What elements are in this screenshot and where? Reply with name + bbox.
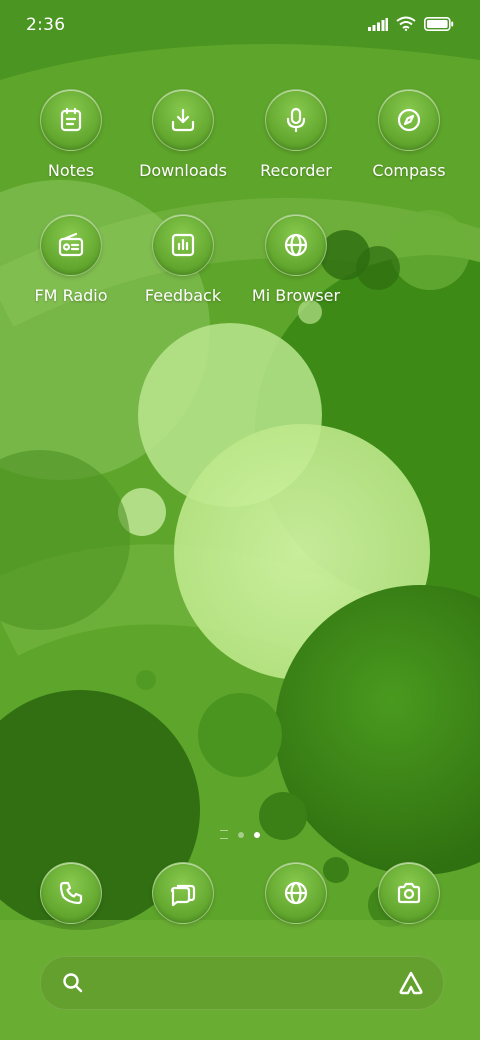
dock-messages[interactable] [127, 862, 239, 924]
camera-icon [397, 882, 421, 904]
globe-icon [284, 233, 308, 257]
dock-camera[interactable] [353, 862, 465, 924]
app-feedback[interactable]: Feedback [127, 214, 239, 305]
dock-phone[interactable] [15, 862, 127, 924]
wifi-icon [396, 16, 416, 35]
status-time: 2:36 [26, 15, 66, 35]
app-fm-radio[interactable]: FM Radio [15, 214, 127, 305]
app-label: Notes [47, 161, 95, 180]
compass-icon [397, 108, 421, 132]
page-dot-active[interactable] [254, 831, 260, 838]
microphone-icon [286, 107, 306, 133]
feedback-chart-icon [171, 233, 195, 257]
app-downloads[interactable]: Downloads [127, 89, 239, 180]
radio-icon [58, 232, 84, 257]
app-label: FM Radio [34, 286, 108, 305]
notes-icon [60, 107, 82, 132]
assistant-icon[interactable] [397, 970, 425, 1000]
app-compass[interactable]: Compass [353, 89, 465, 180]
phone-icon [59, 881, 83, 905]
app-mi-browser[interactable]: Mi Browser [240, 214, 352, 305]
app-label: Feedback [144, 286, 222, 305]
globe-icon [284, 881, 308, 905]
page-indicator[interactable] [0, 830, 480, 839]
messages-icon [170, 884, 196, 907]
app-label: Mi Browser [251, 286, 341, 305]
search-icon[interactable] [61, 971, 85, 999]
app-label: Recorder [260, 161, 332, 180]
battery-icon [424, 16, 454, 35]
home-screen: 2:36 Notes Downloads Recorder Compass FM… [0, 0, 480, 1040]
status-bar: 2:36 [0, 0, 480, 52]
app-label: Downloads [139, 161, 227, 180]
app-recorder[interactable]: Recorder [240, 89, 352, 180]
page-dot[interactable] [238, 831, 244, 838]
app-notes[interactable]: Notes [15, 89, 127, 180]
app-label: Compass [372, 161, 446, 180]
download-icon [171, 108, 195, 132]
page-dot-feed[interactable] [220, 830, 228, 839]
dock-browser[interactable] [240, 862, 352, 924]
signal-icon [368, 16, 388, 35]
search-bar[interactable] [40, 956, 444, 1010]
